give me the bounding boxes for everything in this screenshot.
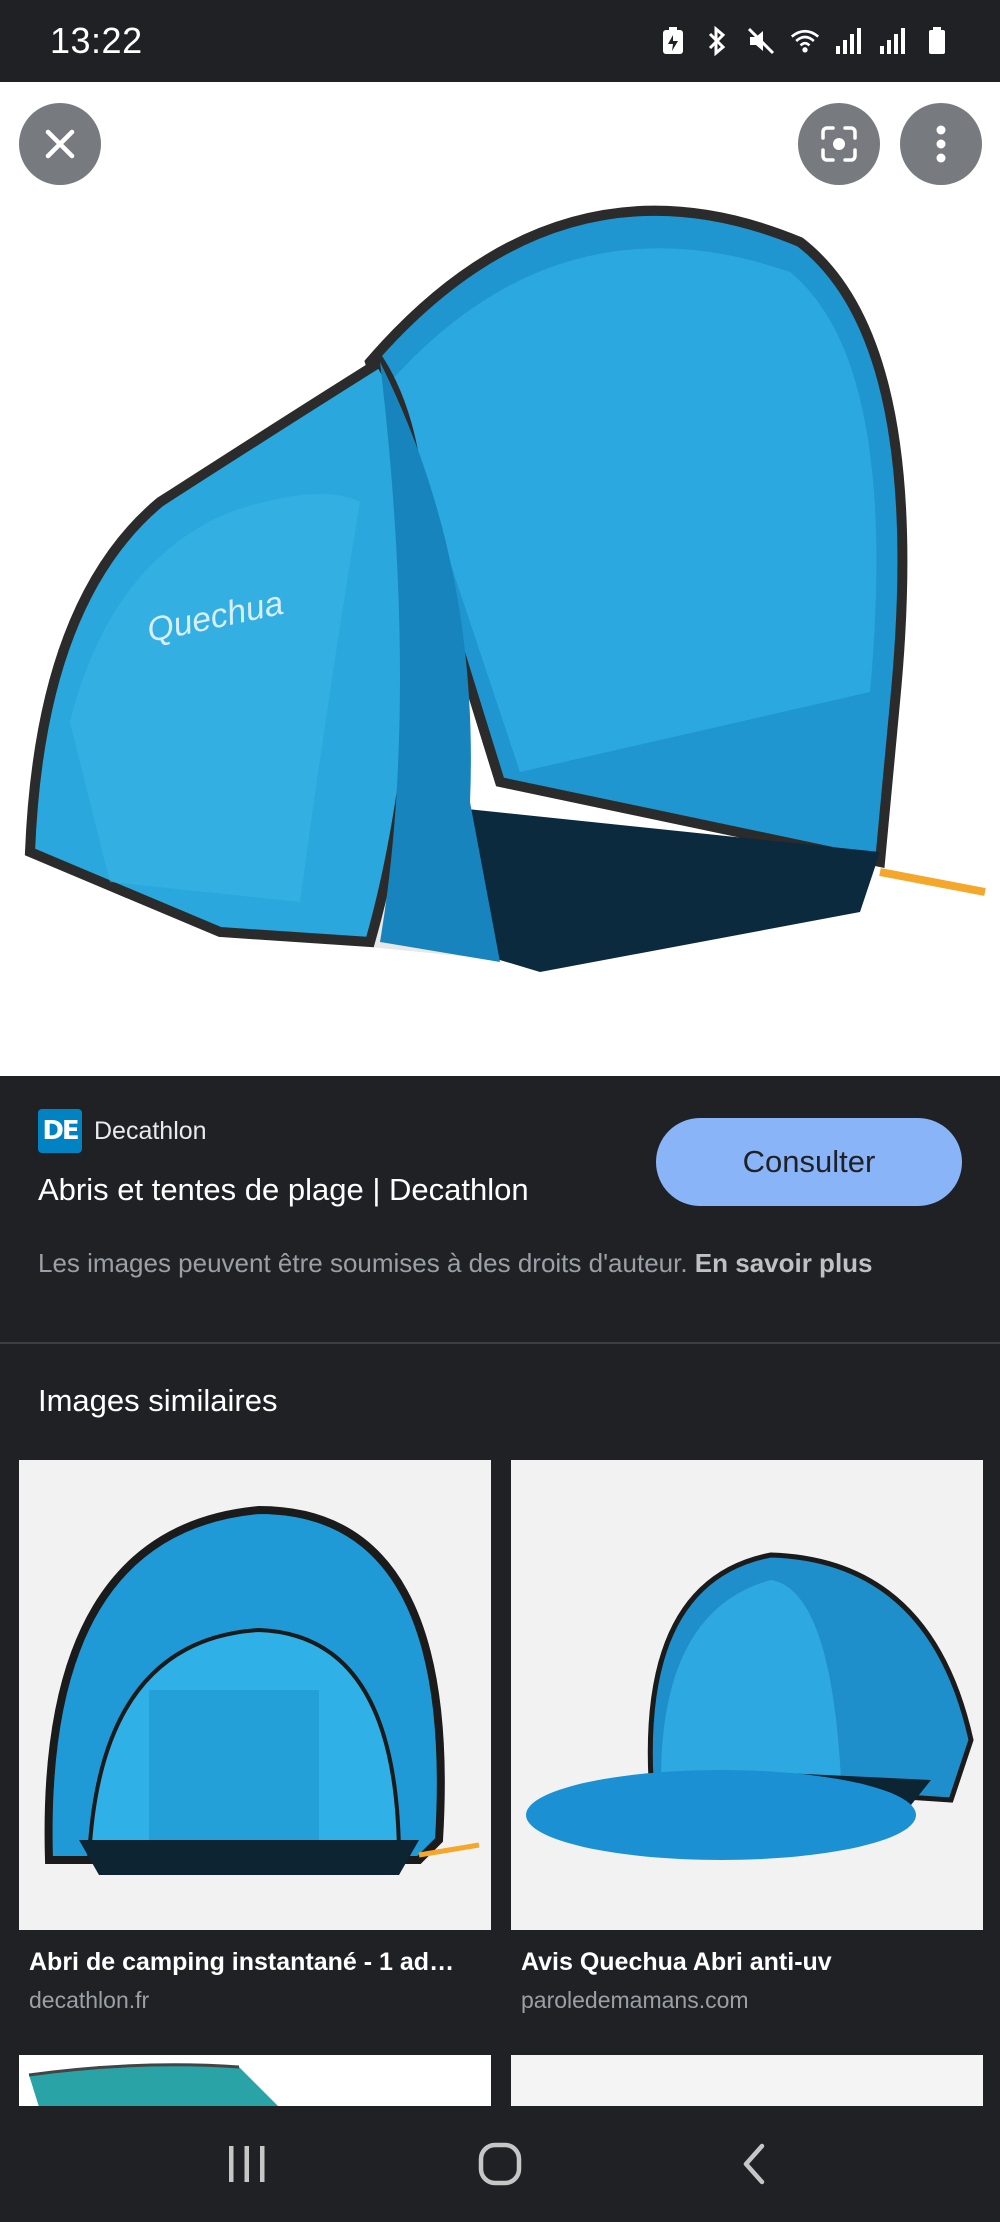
image-info-panel: DE Decathlon Abris et tentes de plage | … — [0, 1076, 1000, 1342]
divider — [0, 1342, 1000, 1344]
hero-image[interactable]: Quechua — [0, 82, 1000, 1076]
home-button[interactable] — [460, 2124, 540, 2204]
status-time: 13:22 — [50, 20, 143, 61]
tent-thumbnail — [19, 1460, 491, 1930]
source-row[interactable]: DE Decathlon — [38, 1109, 207, 1153]
similar-image-card[interactable]: Abri de camping instantané - 1 ad… decat… — [19, 1460, 491, 2014]
tent-thumbnail — [19, 2055, 491, 2107]
similar-images-heading: Images similaires — [38, 1383, 278, 1418]
status-icons — [658, 26, 952, 56]
back-icon — [744, 2143, 765, 2185]
similar-image-thumbnail[interactable] — [511, 2055, 983, 2107]
back-button[interactable] — [713, 2124, 793, 2204]
more-options-button[interactable] — [900, 103, 982, 185]
home-icon — [478, 2142, 522, 2186]
status-bar: 13:22 — [0, 0, 1000, 82]
tent-thumbnail — [511, 1460, 983, 1930]
mute-icon — [746, 26, 776, 56]
similar-image-title: Abri de camping instantané - 1 ad… — [29, 1948, 455, 1976]
similar-image-card[interactable] — [511, 2055, 983, 2107]
visit-button[interactable]: Consulter — [656, 1118, 962, 1206]
similar-image-domain: decathlon.fr — [29, 1987, 150, 2013]
tent-illustration: Quechua — [24, 205, 986, 972]
more-vert-icon — [936, 125, 946, 163]
signal-icon — [878, 26, 908, 56]
copyright-text: Les images peuvent être soumises à des d… — [38, 1248, 695, 1278]
similar-image-card[interactable] — [19, 2055, 491, 2107]
battery-icon — [922, 26, 952, 56]
recents-button[interactable] — [207, 2124, 287, 2204]
source-name: Decathlon — [94, 1116, 207, 1145]
similar-image-domain: paroledemamans.com — [521, 1987, 749, 2013]
signal-icon — [834, 26, 864, 56]
close-icon — [45, 129, 75, 159]
lens-button[interactable] — [798, 103, 880, 185]
similar-image-thumbnail[interactable] — [511, 1460, 983, 1930]
battery-saver-icon — [658, 26, 688, 56]
lens-icon — [821, 126, 857, 162]
system-nav-bar — [0, 2106, 1000, 2222]
similar-image-title: Avis Quechua Abri anti-uv — [521, 1948, 832, 1976]
similar-image-card[interactable]: Avis Quechua Abri anti-uv paroledemamans… — [511, 1460, 983, 2014]
page-title[interactable]: Abris et tentes de plage | Decathlon — [38, 1172, 529, 1208]
similar-image-thumbnail[interactable] — [19, 1460, 491, 1930]
similar-image-thumbnail[interactable] — [19, 2055, 491, 2107]
source-logo: DE — [38, 1109, 82, 1153]
learn-more-link[interactable]: En savoir plus — [695, 1248, 873, 1278]
bluetooth-icon — [702, 26, 732, 56]
wifi-icon — [790, 26, 820, 56]
close-button[interactable] — [19, 103, 101, 185]
recents-icon — [228, 2146, 265, 2182]
copyright-notice: Les images peuvent être soumises à des d… — [38, 1243, 968, 1283]
